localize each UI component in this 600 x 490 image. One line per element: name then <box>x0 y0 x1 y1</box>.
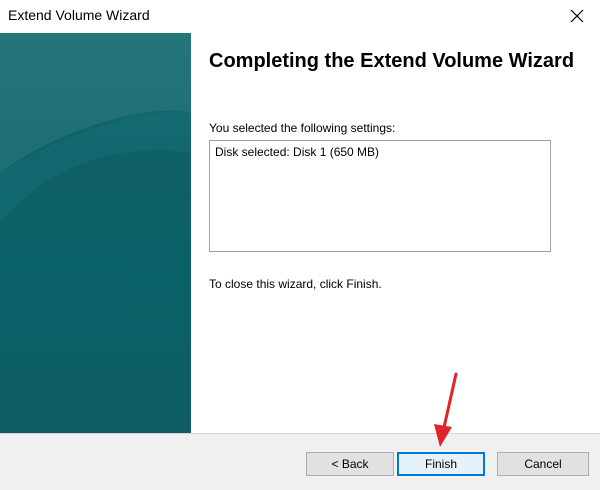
finish-button[interactable]: Finish <box>397 452 485 476</box>
close-instruction: To close this wizard, click Finish. <box>209 277 382 291</box>
button-bar: < Back Finish Cancel <box>0 434 600 490</box>
banner-graphic <box>0 33 191 223</box>
settings-summary-box[interactable]: Disk selected: Disk 1 (650 MB) <box>209 140 551 252</box>
back-button[interactable]: < Back <box>306 452 394 476</box>
wizard-content: Completing the Extend Volume Wizard You … <box>191 33 600 433</box>
cancel-button[interactable]: Cancel <box>497 452 589 476</box>
wizard-side-banner <box>0 33 191 433</box>
settings-line: Disk selected: Disk 1 (650 MB) <box>215 145 380 159</box>
window-title: Extend Volume Wizard <box>8 7 150 23</box>
close-button[interactable] <box>554 0 600 32</box>
close-icon <box>570 9 584 23</box>
page-title: Completing the Extend Volume Wizard <box>209 50 575 72</box>
title-bar: Extend Volume Wizard <box>0 0 600 32</box>
settings-label: You selected the following settings: <box>209 121 396 135</box>
